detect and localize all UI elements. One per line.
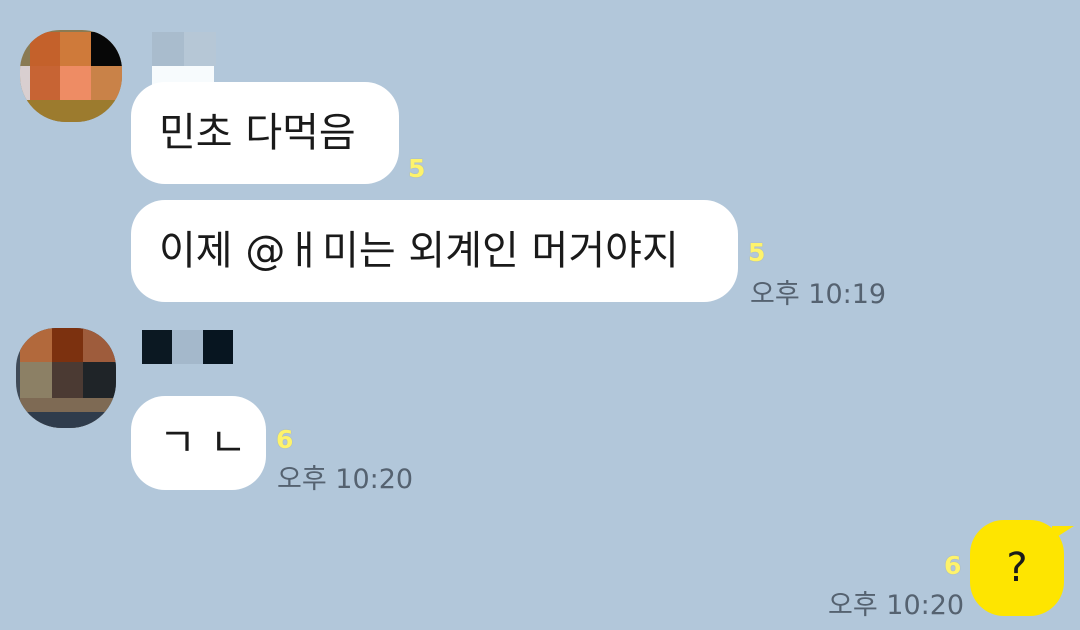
message-text: 민초 다먹음 [159, 110, 356, 156]
avatar-pixel [60, 32, 91, 66]
name-pixel [172, 330, 203, 364]
message-timestamp: 오후 10:20 [828, 590, 965, 621]
message-timestamp: 오후 10:20 [277, 464, 414, 495]
avatar-pixel [91, 32, 122, 66]
avatar-pixel [30, 66, 60, 100]
avatar-pixel [60, 66, 91, 100]
name-pixel [142, 330, 172, 364]
message-text: 이제 @ㅐ미는 외계인 머거야지 [159, 228, 679, 274]
unread-count: 5 [408, 154, 426, 183]
sender-name [152, 32, 216, 66]
unread-count: 5 [748, 238, 766, 267]
avatar-pixel [16, 412, 116, 428]
sender-name [142, 330, 233, 364]
name-pixel [184, 32, 216, 66]
avatar-pixel [20, 66, 30, 100]
name-pixel [152, 32, 184, 66]
unread-count: 6 [944, 551, 962, 580]
avatar-pixel [83, 362, 116, 398]
avatar-pixel [52, 362, 83, 398]
avatar-pixel [52, 328, 83, 362]
message-text: ㄱㄴ [159, 420, 261, 466]
message-bubble[interactable]: 이제 @ㅐ미는 외계인 머거야지 [131, 200, 738, 302]
message-bubble[interactable]: ㄱㄴ [131, 396, 266, 490]
avatar-pixel [91, 66, 122, 100]
avatar-pixel [30, 32, 60, 66]
sender-avatar[interactable] [16, 328, 116, 428]
avatar-pixel [83, 328, 116, 362]
message-bubble[interactable]: 민초 다먹음 [131, 82, 399, 184]
unread-count: 6 [276, 425, 294, 454]
message-text: ? [1006, 545, 1028, 591]
avatar-pixel [20, 100, 122, 122]
avatar-pixel [20, 362, 52, 398]
sender-avatar[interactable] [20, 30, 122, 122]
my-message-bubble[interactable]: ? [970, 520, 1074, 616]
avatar-pixel [20, 328, 52, 362]
message-timestamp: 오후 10:19 [750, 279, 887, 310]
name-pixel [203, 330, 233, 364]
